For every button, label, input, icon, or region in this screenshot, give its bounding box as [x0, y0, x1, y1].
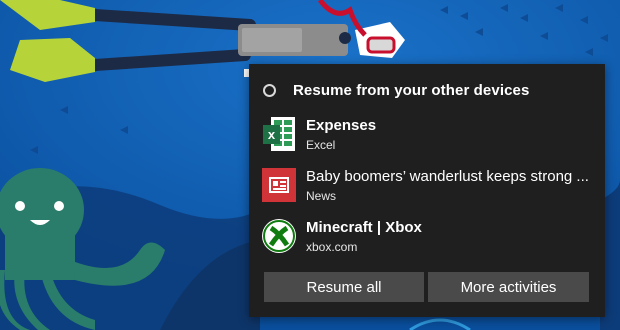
- activity-app: xbox.com: [306, 240, 358, 254]
- activity-app: News: [306, 189, 337, 203]
- activity-item-expenses[interactable]: x Expenses Excel: [262, 117, 592, 152]
- excel-icon: x: [262, 117, 296, 151]
- resume-all-button[interactable]: Resume all: [264, 272, 424, 302]
- svg-text:x: x: [268, 127, 276, 142]
- activity-title: Baby boomers’ wanderlust keeps strong ..…: [306, 168, 589, 185]
- flyout-header: Resume from your other devices: [263, 82, 529, 99]
- activity-title: Expenses: [306, 117, 377, 134]
- activity-title: Minecraft | Xbox: [306, 219, 422, 236]
- xbox-icon: [262, 219, 296, 253]
- activity-item-news[interactable]: Baby boomers’ wanderlust keeps strong ..…: [262, 168, 592, 203]
- activity-item-minecraft[interactable]: Minecraft | Xbox xbox.com: [262, 219, 592, 254]
- activity-app: Excel: [306, 138, 336, 152]
- flyout-title: Resume from your other devices: [293, 82, 530, 99]
- news-icon: [262, 168, 296, 202]
- activity-circle-icon: [263, 84, 276, 97]
- more-activities-button[interactable]: More activities: [428, 272, 589, 302]
- timeline-flyout: Resume from your other devices x Expense…: [249, 64, 605, 317]
